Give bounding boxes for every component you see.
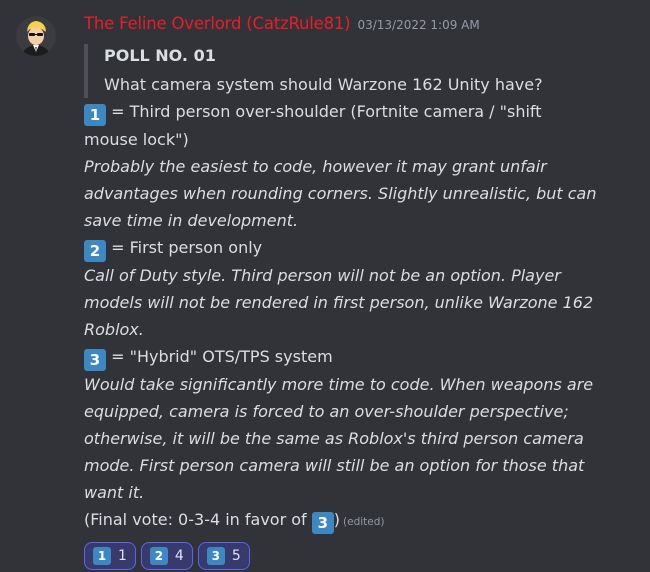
poll-title: POLL NO. 01 <box>104 46 216 65</box>
keycap-1-icon: 1 <box>93 547 111 565</box>
poll-option-3: 3 = "Hybrid" OTS/TPS system Would take s… <box>84 343 644 506</box>
option-description: otherwise, it will be the same as Roblox… <box>84 429 584 448</box>
username[interactable]: The Feline Overlord (CatzRule81) <box>84 14 351 33</box>
edited-label[interactable]: (edited) <box>343 516 384 528</box>
poll-option-2: 2 = First person only Call of Duty style… <box>84 234 644 343</box>
reaction-count: 4 <box>174 548 184 564</box>
option-label: = Third person over-shoulder (Fortnite c… <box>111 102 542 121</box>
option-description: Would take significantly more time to co… <box>84 375 594 394</box>
avatar-icon <box>16 16 56 56</box>
option-description: equipped, camera is forced to an over-sh… <box>84 402 569 421</box>
poll-option-1: 1 = Third person over-shoulder (Fortnite… <box>84 98 644 234</box>
option-description: save time in development. <box>84 211 299 230</box>
block-quote: POLL NO. 01 What camera system should Wa… <box>84 44 644 98</box>
message-header: The Feline Overlord (CatzRule81) 03/13/2… <box>84 14 644 44</box>
keycap-3-icon: 3 <box>311 512 334 534</box>
option-description: want it. <box>84 483 145 502</box>
poll-question: What camera system should Warzone 162 Un… <box>104 75 543 94</box>
reaction-count: 1 <box>118 548 127 564</box>
option-label: mouse lock") <box>84 130 189 149</box>
timestamp[interactable]: 03/13/2022 1:09 AM <box>357 18 479 32</box>
keycap-3-icon: 3 <box>84 349 106 371</box>
option-description: Call of Duty style. Third person will no… <box>84 266 561 285</box>
reactions-bar: 1 1 2 4 3 5 <box>84 542 644 570</box>
option-description: Probably the easiest to code, however it… <box>84 157 547 176</box>
option-label: = First person only <box>111 238 263 257</box>
option-description: mode. First person camera will still be … <box>84 456 585 475</box>
keycap-2-icon: 2 <box>149 547 168 565</box>
reaction-count: 5 <box>231 548 241 564</box>
option-label: = "Hybrid" OTS/TPS system <box>111 347 333 366</box>
final-vote-text: (Final vote: 0-3-4 in favor of <box>84 510 307 529</box>
option-description: models will not be rendered in first per… <box>84 293 594 312</box>
keycap-1-icon: 1 <box>84 104 106 126</box>
final-vote-close: ) <box>333 510 341 529</box>
option-description: Roblox. <box>84 320 144 339</box>
reaction-1[interactable]: 1 1 <box>84 542 136 570</box>
reaction-3[interactable]: 3 5 <box>197 542 250 570</box>
option-description: advantages when rounding corners. Slight… <box>84 184 597 203</box>
reaction-2[interactable]: 2 4 <box>140 542 193 570</box>
keycap-3-icon: 3 <box>206 547 225 565</box>
avatar[interactable] <box>16 16 56 56</box>
keycap-2-icon: 2 <box>84 240 106 262</box>
final-vote: (Final vote: 0-3-4 in favor of 3) (edited… <box>84 506 644 536</box>
message-content: The Feline Overlord (CatzRule81) 03/13/2… <box>84 14 644 570</box>
